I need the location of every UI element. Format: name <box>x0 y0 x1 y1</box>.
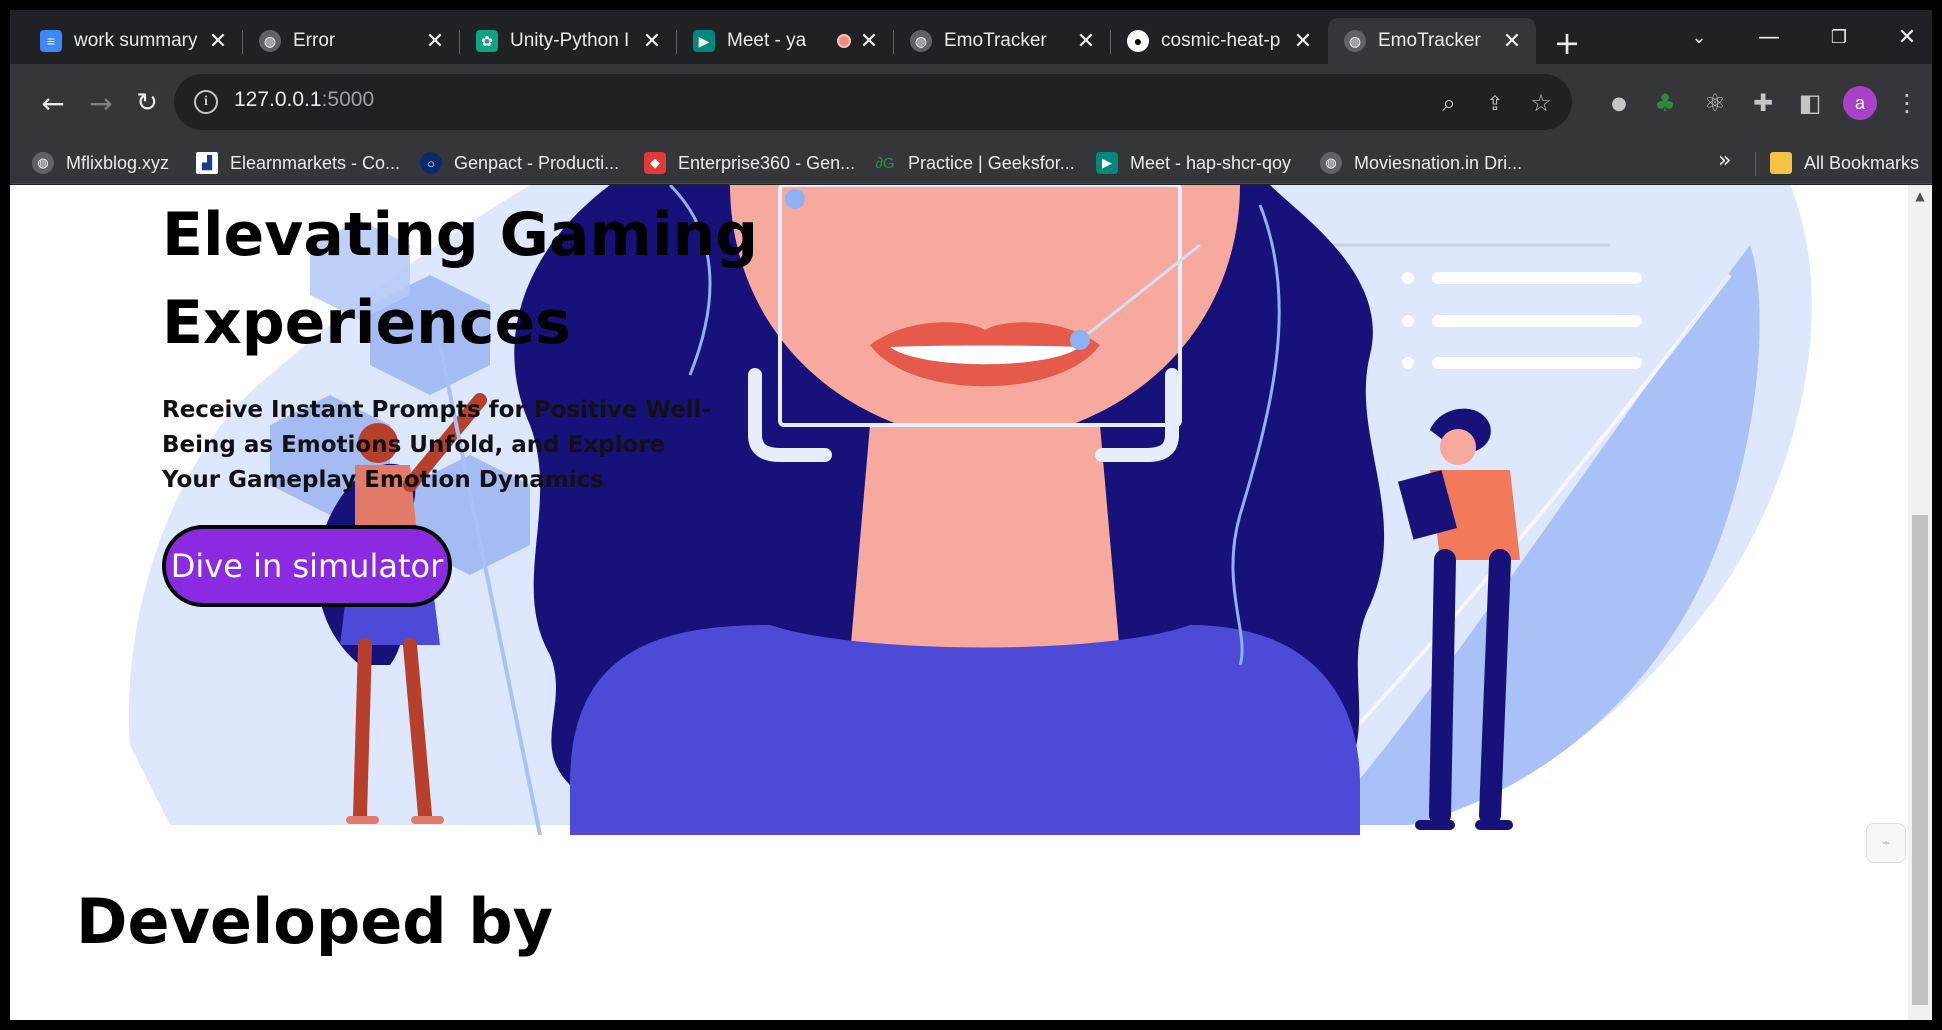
close-icon[interactable]: ✕ <box>1500 28 1524 53</box>
github-icon: ● <box>1127 30 1149 52</box>
tab-strip: ≡ work summary ✕ ◍ Error ✕ ✿ Unity-Pytho… <box>10 10 1932 64</box>
address-bar[interactable]: i 127.0.0.1:5000 ⌕ ⇪ ☆ <box>174 74 1572 130</box>
tab-title: cosmic-heat-p <box>1161 30 1281 51</box>
genpact-icon: ○ <box>420 152 442 174</box>
globe-icon: ◍ <box>1320 152 1342 174</box>
bookmark-mflixblog[interactable]: ◍ Mflixblog.xyz <box>32 148 169 178</box>
close-icon[interactable]: ✕ <box>640 28 664 53</box>
recording-icon <box>837 34 851 48</box>
bookmark-meet[interactable]: ▶ Meet - hap-shcr-qoy <box>1096 148 1291 178</box>
globe-icon: ◍ <box>259 30 281 52</box>
bookmark-label: Enterprise360 - Gen... <box>678 152 856 173</box>
hero-title: Elevating Gaming Experiences <box>162 200 759 358</box>
bookmark-label: All Bookmarks <box>1804 152 1920 173</box>
bookmark-moviesnation[interactable]: ◍ Moviesnation.in Dri... <box>1320 148 1522 178</box>
close-window-button[interactable]: ✕ <box>1882 20 1932 54</box>
bookmark-label: Meet - hap-shcr-qoy <box>1130 152 1292 173</box>
tree-extension-icon[interactable]: ♣ <box>1648 86 1682 120</box>
bookmark-label: Practice | Geeksfor... <box>908 152 1075 173</box>
new-tab-button[interactable]: + <box>1550 24 1584 62</box>
tab-title: EmoTracker <box>1378 30 1481 51</box>
scroll-up-arrow-icon[interactable]: ▲ <box>1908 189 1932 205</box>
bookmark-label: Elearnmarkets - Co... <box>230 152 401 173</box>
close-icon[interactable]: ✕ <box>1291 28 1315 53</box>
tab-meet[interactable]: ▶ Meet - ya ✕ <box>677 18 893 64</box>
bookmarks-bar: ◍ Mflixblog.xyz ▟ Elearnmarkets - Co... … <box>10 142 1932 184</box>
globe-icon: ◍ <box>1344 30 1366 52</box>
extensions-puzzle-icon[interactable]: ✚ <box>1746 86 1780 120</box>
tab-title: EmoTracker <box>944 30 1047 51</box>
bookmark-label: Genpact - Producti... <box>454 152 620 173</box>
dive-in-simulator-button[interactable]: Dive in simulator <box>162 525 452 607</box>
chart-icon: ▟ <box>196 152 218 174</box>
tab-work-summary[interactable]: ≡ work summary ✕ <box>24 18 242 64</box>
bookmark-genpact[interactable]: ○ Genpact - Producti... <box>420 148 619 178</box>
google-docs-icon: ≡ <box>40 30 62 52</box>
tab-error[interactable]: ◍ Error ✕ <box>243 18 459 64</box>
globe-icon: ◍ <box>910 30 932 52</box>
back-button[interactable]: ← <box>34 84 72 122</box>
tab-title: Meet - ya <box>727 30 807 51</box>
scroll-thumb[interactable] <box>1912 515 1928 1005</box>
reload-button[interactable]: ↻ <box>128 84 166 122</box>
developed-by-heading: Developed by <box>76 885 554 958</box>
profile-avatar[interactable]: a <box>1843 86 1877 120</box>
menu-kebab-icon[interactable]: ⋮ <box>1890 86 1924 120</box>
tab-title: Error <box>293 30 336 51</box>
share-icon[interactable]: ⇪ <box>1480 88 1510 118</box>
globe-icon: ◍ <box>32 152 54 174</box>
address-url[interactable]: 127.0.0.1:5000 <box>234 88 374 112</box>
site-info-icon[interactable]: i <box>194 90 218 114</box>
restore-button[interactable]: ❐ <box>1814 20 1864 54</box>
browser-toolbar: ← → ↻ i 127.0.0.1:5000 ⌕ ⇪ ☆ ● ♣ ⚛ ✚ ◧ a… <box>10 64 1932 142</box>
close-icon[interactable]: ✕ <box>423 28 447 53</box>
bookmarks-overflow-button[interactable]: » <box>1718 148 1731 173</box>
bookmark-elearnmarkets[interactable]: ▟ Elearnmarkets - Co... <box>196 148 400 178</box>
extension-icon[interactable]: ● <box>1602 86 1636 120</box>
browser-window: ≡ work summary ✕ ◍ Error ✕ ✿ Unity-Pytho… <box>10 10 1932 1020</box>
close-icon[interactable]: ✕ <box>857 28 881 53</box>
enterprise360-icon: ◆ <box>644 152 666 174</box>
tab-emotracker-1[interactable]: ◍ EmoTracker ✕ <box>894 18 1110 64</box>
bookmark-star-icon[interactable]: ☆ <box>1526 88 1556 118</box>
folder-icon <box>1770 152 1792 174</box>
tab-title: work summary <box>74 30 198 51</box>
google-meet-icon: ▶ <box>1096 152 1118 174</box>
bookmark-enterprise360[interactable]: ◆ Enterprise360 - Gen... <box>644 148 855 178</box>
tab-cosmic-heat[interactable]: ● cosmic-heat-p ✕ <box>1111 18 1327 64</box>
close-icon[interactable]: ✕ <box>206 28 230 53</box>
close-icon[interactable]: ✕ <box>1074 28 1098 53</box>
bookmark-label: Mflixblog.xyz <box>66 152 170 173</box>
bookmark-label: Moviesnation.in Dri... <box>1354 152 1523 173</box>
react-devtools-icon[interactable]: ⚛ <box>1698 86 1732 120</box>
page-viewport: Elevating Gaming Experiences Receive Ins… <box>10 185 1908 1020</box>
forward-button[interactable]: → <box>82 84 120 122</box>
geeksforgeeks-icon: ∂G <box>875 154 895 172</box>
tab-search-icon[interactable]: ⌄ <box>1674 20 1724 54</box>
all-bookmarks-button[interactable]: All Bookmarks <box>1770 148 1919 178</box>
tab-title: Unity-Python I <box>510 30 630 51</box>
bookmark-geeksforgeeks[interactable]: ∂G Practice | Geeksfor... <box>874 148 1075 178</box>
side-panel-icon[interactable]: ◧ <box>1793 86 1827 120</box>
page-scrollbar[interactable]: ▲ <box>1908 185 1932 1020</box>
tab-unity-python[interactable]: ✿ Unity-Python I ✕ <box>460 18 676 64</box>
google-meet-icon: ▶ <box>693 30 715 52</box>
floating-widget-icon[interactable]: ⌁ <box>1866 823 1906 863</box>
zoom-icon[interactable]: ⌕ <box>1434 88 1464 118</box>
hero-subtitle: Receive Instant Prompts for Positive Wel… <box>162 397 711 493</box>
tab-emotracker-active[interactable]: ◍ EmoTracker ✕ <box>1328 18 1536 64</box>
minimize-button[interactable]: — <box>1744 20 1794 54</box>
chatgpt-icon: ✿ <box>476 30 498 52</box>
